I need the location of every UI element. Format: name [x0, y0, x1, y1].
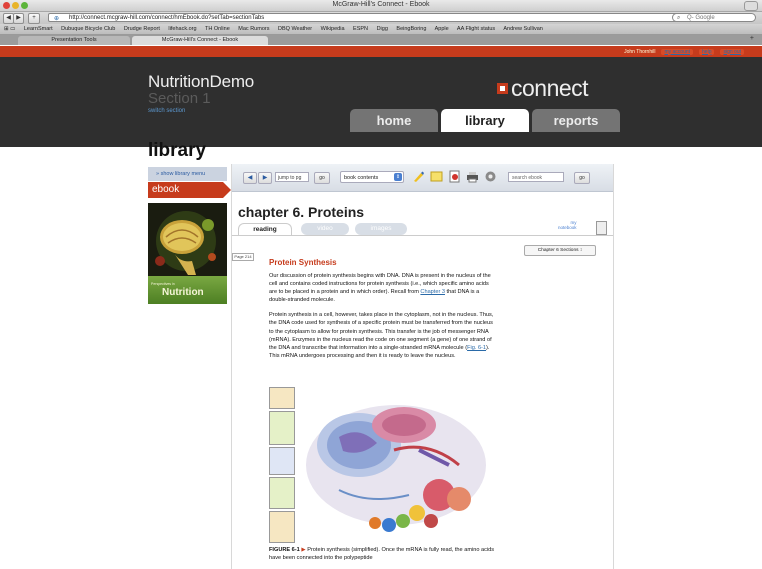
cover-title: Nutrition: [162, 287, 204, 298]
bookmark-item[interactable]: BeingBoring: [396, 26, 426, 32]
highlighter-icon[interactable]: [412, 170, 425, 183]
bookmark-item[interactable]: Digg: [377, 26, 388, 32]
figure-step-box: [269, 387, 295, 409]
bookmark-item[interactable]: Mac Rumors: [238, 26, 269, 32]
tab-images[interactable]: images: [355, 223, 407, 235]
chapter-title: chapter 6. Proteins: [238, 204, 365, 220]
tab-reports[interactable]: reports: [532, 109, 620, 132]
sticky-note-icon[interactable]: [430, 170, 443, 183]
ebook-tab[interactable]: ebook: [148, 182, 231, 198]
section-heading: Protein Synthesis: [269, 258, 337, 267]
figure-6-1-link[interactable]: Fig. 6-1: [467, 345, 486, 351]
section-name: Section 1: [148, 90, 211, 107]
bookmark-item[interactable]: DBQ Weather: [278, 26, 312, 32]
tab-library[interactable]: library: [441, 109, 529, 132]
figure-6-1[interactable]: [269, 387, 497, 545]
settings-gear-icon[interactable]: [484, 170, 497, 183]
show-library-menu-link[interactable]: » show library menu: [148, 167, 227, 181]
paragraph-2: Protein synthesis in a cell, however, ta…: [269, 311, 497, 360]
bookmark-item[interactable]: LearnSmart: [24, 26, 53, 32]
toolbar-toggle-button[interactable]: [744, 1, 758, 11]
reader-toolbar: ◀ ▶ jump to pg go book contents ⇕ search…: [232, 164, 613, 192]
next-page-button[interactable]: ▶: [258, 172, 272, 184]
bookmark-item[interactable]: TH Online: [205, 26, 230, 32]
bookmark-item[interactable]: Apple: [435, 26, 449, 32]
browser-toolbar: ◀ ▶ + ⊕ http://connect.mcgraw-hill.com/c…: [0, 12, 762, 24]
figure-step-box: [269, 411, 295, 445]
switch-section-link[interactable]: switch section: [148, 108, 185, 114]
tab-divider: [232, 235, 613, 236]
figure-caption-label: FIGURE 6-1: [269, 547, 300, 553]
mcgraw-hill-logo-icon: [497, 83, 508, 94]
reading-content: Protein Synthesis Our discussion of prot…: [269, 258, 497, 561]
notebook-icon[interactable]: [596, 221, 607, 235]
window-title: McGraw-Hill's Connect - Ebook: [332, 1, 430, 8]
dropdown-arrow-icon: ⇕: [394, 173, 402, 181]
course-name: NutritionDemo: [148, 72, 255, 91]
bookmark-item[interactable]: Dubuque Bicycle Club: [61, 26, 115, 32]
book-cover-image[interactable]: Perspectives in Nutrition: [148, 203, 227, 304]
title-bar: McGraw-Hill's Connect - Ebook: [0, 0, 762, 12]
connect-logo: connect: [497, 75, 589, 102]
new-tab-button[interactable]: +: [28, 13, 40, 24]
url-text: http://connect.mcgraw-hill.com/connect/h…: [69, 15, 265, 21]
previous-page-button[interactable]: ◀: [243, 172, 257, 184]
user-name: John Thornhill: [624, 48, 656, 55]
globe-icon: ⊕: [54, 16, 60, 22]
jump-to-page-input[interactable]: jump to pg: [275, 172, 309, 182]
address-bar[interactable]: ⊕ http://connect.mcgraw-hill.com/connect…: [48, 13, 718, 22]
bookmark-item[interactable]: Drudge Report: [124, 26, 160, 32]
chapter-3-link[interactable]: Chapter 3: [420, 289, 445, 295]
bookmarks-bar: ⊞ ▭ LearnSmart Dubuque Bicycle Club Drud…: [0, 24, 762, 35]
my-account-link[interactable]: my account: [661, 48, 694, 55]
tab-video[interactable]: video: [301, 223, 349, 235]
paragraph-1: Our discussion of protein synthesis begi…: [269, 272, 497, 304]
my-notebook-link[interactable]: my notebook: [558, 220, 577, 230]
new-tab-plus-icon[interactable]: +: [750, 35, 754, 42]
figure-step-box: [269, 447, 295, 475]
bookmark-page-icon[interactable]: [448, 170, 461, 183]
cover-subtitle: Perspectives in: [151, 282, 175, 286]
search-ebook-input[interactable]: search ebook: [508, 172, 564, 182]
search-icon: ⌕: [677, 15, 681, 21]
browser-window: McGraw-Hill's Connect - Ebook ◀ ▶ + ⊕ ht…: [0, 0, 762, 569]
bookmarks-icon[interactable]: ⊞ ▭: [4, 26, 15, 32]
bookmark-item[interactable]: Andrew Sullivan: [503, 26, 542, 32]
bookmark-item[interactable]: lifehack.org: [168, 26, 196, 32]
browser-tab-active[interactable]: McGraw-Hill's Connect - Ebook: [132, 36, 268, 45]
browser-tab[interactable]: Presentation Tools: [18, 36, 130, 45]
chapter-sections-dropdown[interactable]: Chapter 6 Sections ↕: [524, 245, 596, 256]
search-go-button[interactable]: go: [574, 172, 590, 184]
book-contents-label: book contents: [344, 175, 379, 181]
browser-search-field[interactable]: ⌕ Q- Google: [672, 13, 756, 22]
user-bar: John Thornhill my account help sign out: [0, 46, 762, 57]
browser-tab-bar: Presentation Tools McGraw-Hill's Connect…: [0, 35, 762, 45]
figure-caption: FIGURE 6-1 ▶ Protein synthesis (simplifi…: [269, 546, 497, 562]
paragraph-text: Protein synthesis in a cell, however, ta…: [269, 312, 494, 351]
figure-step-box: [269, 477, 295, 509]
bookmark-item[interactable]: AA Flight status: [457, 26, 495, 32]
print-icon[interactable]: [466, 170, 479, 183]
ebook-reader: ◀ ▶ jump to pg go book contents ⇕ search…: [231, 164, 614, 569]
book-contents-select[interactable]: book contents ⇕: [340, 171, 404, 183]
sign-out-link[interactable]: sign out: [720, 48, 744, 55]
my-notebook-line2: notebook: [558, 225, 577, 230]
logo-text: connect: [511, 75, 589, 101]
help-link[interactable]: help: [699, 48, 715, 55]
bookmark-item[interactable]: ESPN: [353, 26, 368, 32]
page-title: library: [148, 140, 207, 161]
protein-synthesis-illustration-icon: [306, 405, 486, 532]
bookmark-item[interactable]: Wikipedia: [321, 26, 345, 32]
tab-home[interactable]: home: [350, 109, 438, 132]
figure-step-box: [269, 511, 295, 543]
site-header: NutritionDemo Section 1 switch section c…: [0, 57, 762, 147]
forward-button[interactable]: ▶: [13, 13, 24, 24]
page-number-label: Page 214: [232, 253, 254, 261]
jump-go-button[interactable]: go: [314, 172, 330, 184]
browser-search-placeholder: Q- Google: [687, 15, 715, 21]
